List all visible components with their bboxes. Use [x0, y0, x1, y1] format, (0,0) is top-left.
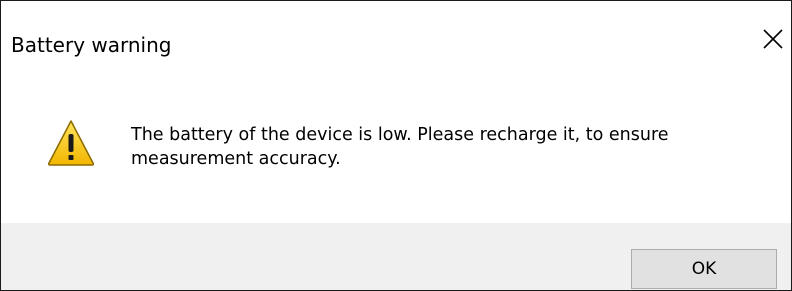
title-bar[interactable]: Battery warning — [1, 1, 791, 89]
dialog-title: Battery warning — [11, 33, 172, 57]
warning-icon — [47, 120, 95, 166]
battery-warning-dialog: Battery warning The battery of the devic… — [0, 0, 792, 291]
ok-button-label: OK — [691, 259, 717, 279]
close-icon — [763, 29, 783, 49]
close-button[interactable] — [757, 23, 789, 55]
dialog-body: The battery of the device is low. Please… — [1, 89, 791, 223]
button-bar: OK — [1, 223, 791, 290]
warning-message: The battery of the device is low. Please… — [131, 125, 669, 169]
ok-button[interactable]: OK — [631, 249, 777, 289]
